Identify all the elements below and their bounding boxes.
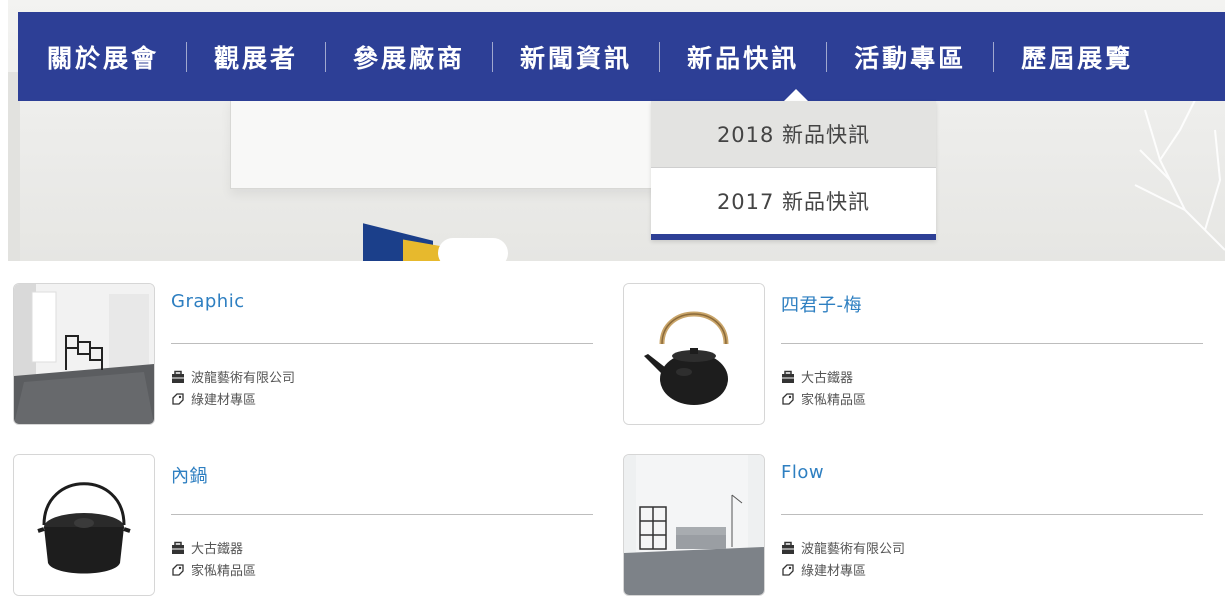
card-divider xyxy=(781,343,1203,344)
hero-deco-yellow xyxy=(403,239,443,261)
nav-item-new-products[interactable]: 新品快訊 xyxy=(687,39,799,75)
main-nav: 關於展會 觀展者 參展廠商 新聞資訊 新品快訊 活動專區 歷屆展覽 xyxy=(18,12,1225,101)
product-company: 波龍藝術有限公司 xyxy=(171,367,295,386)
briefcase-icon xyxy=(172,370,184,383)
card-divider xyxy=(171,343,593,344)
dropdown-item-2018[interactable]: 2018 新品快訊 xyxy=(651,101,936,168)
carpet-room-photo xyxy=(14,284,154,424)
product-title[interactable]: 四君子-梅 xyxy=(781,291,862,317)
nav-item-about[interactable]: 關於展會 xyxy=(47,39,159,75)
nav-item-news[interactable]: 新聞資訊 xyxy=(520,39,632,75)
company-name[interactable]: 大古鐵器 xyxy=(191,538,243,557)
card-divider xyxy=(171,514,593,515)
tag-icon xyxy=(782,392,794,405)
product-title[interactable]: 內鍋 xyxy=(171,462,208,488)
product-company: 大古鐵器 xyxy=(171,538,243,557)
tag-icon xyxy=(172,392,184,405)
nav-item-events[interactable]: 活動專區 xyxy=(854,39,966,75)
category-name[interactable]: 綠建材專區 xyxy=(191,389,256,408)
dropdown-underline xyxy=(651,234,936,240)
product-category: 家俬精品區 xyxy=(781,389,866,408)
product-image-carpet-room[interactable] xyxy=(13,283,155,425)
company-name[interactable]: 波龍藝術有限公司 xyxy=(191,367,295,386)
category-name[interactable]: 綠建材專區 xyxy=(801,560,866,579)
cast-iron-kettle-photo xyxy=(624,284,764,424)
hero-deco-white xyxy=(438,238,508,261)
dropdown-item-2017[interactable]: 2017 新品快訊 xyxy=(651,168,936,234)
nav-item-exhibitors[interactable]: 參展廠商 xyxy=(353,39,465,75)
product-image-kettle[interactable] xyxy=(623,283,765,425)
product-category: 綠建材專區 xyxy=(781,560,866,579)
nav-item-past-exhibitions[interactable]: 歷屆展覽 xyxy=(1021,39,1133,75)
new-products-dropdown: 2018 新品快訊 2017 新品快訊 xyxy=(651,101,936,240)
product-category: 家俬精品區 xyxy=(171,560,256,579)
product-company: 大古鐵器 xyxy=(781,367,853,386)
product-card: 四君子-梅 大古鐵器 家俬精品區 xyxy=(623,283,1213,428)
category-name[interactable]: 家俬精品區 xyxy=(801,389,866,408)
living-room-photo xyxy=(624,455,764,595)
product-card: Graphic 波龍藝術有限公司 綠建材專區 xyxy=(13,283,603,428)
company-name[interactable]: 大古鐵器 xyxy=(801,367,853,386)
nav-separator xyxy=(659,41,661,72)
briefcase-icon xyxy=(172,541,184,554)
category-name[interactable]: 家俬精品區 xyxy=(191,560,256,579)
hero-branch xyxy=(1134,99,1225,251)
dropdown-caret-icon xyxy=(784,89,808,101)
card-divider xyxy=(781,514,1203,515)
nav-separator xyxy=(186,41,188,72)
product-company: 波龍藝術有限公司 xyxy=(781,538,905,557)
cast-iron-pot-photo xyxy=(14,455,154,595)
tag-icon xyxy=(782,563,794,576)
product-category: 綠建材專區 xyxy=(171,389,256,408)
nav-separator xyxy=(492,41,494,72)
nav-separator xyxy=(993,41,995,72)
company-name[interactable]: 波龍藝術有限公司 xyxy=(801,538,905,557)
product-card: Flow 波龍藝術有限公司 綠建材專區 xyxy=(623,454,1213,599)
product-image-pot[interactable] xyxy=(13,454,155,596)
briefcase-icon xyxy=(782,541,794,554)
product-card: 內鍋 大古鐵器 家俬精品區 xyxy=(13,454,603,599)
briefcase-icon xyxy=(782,370,794,383)
nav-separator xyxy=(325,41,327,72)
product-title[interactable]: Graphic xyxy=(171,291,245,312)
nav-separator xyxy=(826,41,828,72)
product-title[interactable]: Flow xyxy=(781,462,824,483)
tag-icon xyxy=(172,563,184,576)
product-image-living-room[interactable] xyxy=(623,454,765,596)
nav-item-visitors[interactable]: 觀展者 xyxy=(214,39,298,75)
